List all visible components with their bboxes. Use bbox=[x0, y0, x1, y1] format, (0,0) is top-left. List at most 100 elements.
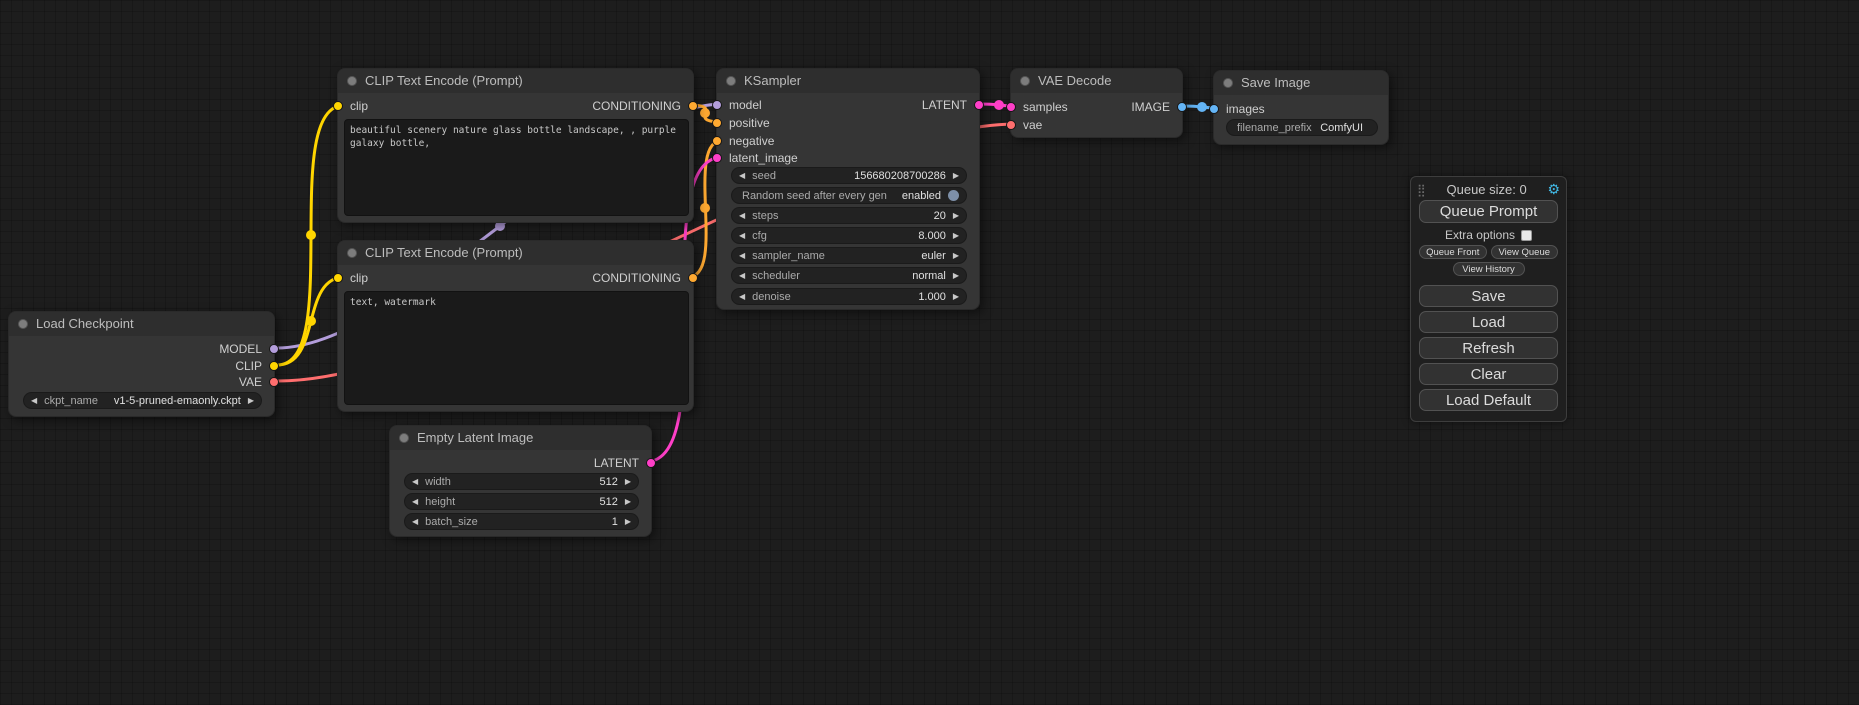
decrement-icon[interactable]: ◀ bbox=[412, 474, 418, 489]
queue-prompt-button[interactable]: Queue Prompt bbox=[1419, 200, 1558, 223]
queue-size-label: Queue size: 0 bbox=[1426, 182, 1548, 197]
input-port-clip[interactable] bbox=[333, 101, 343, 111]
output-port-latent[interactable] bbox=[646, 458, 656, 468]
collapse-dot-icon[interactable] bbox=[347, 248, 357, 258]
negative-prompt-textarea[interactable]: text, watermark bbox=[344, 291, 689, 405]
seed-widget[interactable]: ◀ seed 156680208700286 ▶ bbox=[731, 167, 967, 184]
widget-value: v1-5-pruned-emaonly.ckpt bbox=[98, 395, 241, 407]
link-dot bbox=[994, 100, 1004, 110]
drag-handle-icon[interactable]: ⣿ bbox=[1417, 183, 1426, 197]
output-port-latent[interactable] bbox=[974, 100, 984, 110]
toggle-indicator-icon[interactable] bbox=[948, 190, 959, 201]
denoise-widget[interactable]: ◀ denoise 1.000 ▶ bbox=[731, 288, 967, 305]
node-title-bar[interactable]: KSampler bbox=[717, 69, 979, 93]
node-clip-text-encode-negative[interactable]: CLIP Text Encode (Prompt) clip CONDITION… bbox=[337, 240, 694, 412]
decrement-icon[interactable]: ◀ bbox=[739, 168, 745, 183]
node-save-image[interactable]: Save Image images filename_prefix ComfyU… bbox=[1213, 70, 1389, 145]
output-port-model[interactable] bbox=[269, 344, 279, 354]
increment-icon[interactable]: ▶ bbox=[625, 494, 631, 509]
increment-icon[interactable]: ▶ bbox=[953, 208, 959, 223]
output-port-conditioning[interactable] bbox=[688, 273, 698, 283]
next-option-icon[interactable]: ▶ bbox=[248, 393, 254, 408]
settings-gear-icon[interactable]: ⚙ bbox=[1547, 181, 1560, 198]
input-port-model[interactable] bbox=[712, 100, 722, 110]
prev-option-icon[interactable]: ◀ bbox=[739, 248, 745, 263]
input-port-images[interactable] bbox=[1209, 104, 1219, 114]
collapse-dot-icon[interactable] bbox=[1223, 78, 1233, 88]
next-option-icon[interactable]: ▶ bbox=[953, 268, 959, 283]
extra-options-checkbox[interactable] bbox=[1521, 230, 1532, 241]
collapse-dot-icon[interactable] bbox=[347, 76, 357, 86]
history-row: View History bbox=[1419, 262, 1558, 276]
view-queue-button[interactable]: View Queue bbox=[1491, 245, 1559, 259]
increment-icon[interactable]: ▶ bbox=[625, 514, 631, 529]
positive-prompt-textarea[interactable]: beautiful scenery nature glass bottle la… bbox=[344, 119, 689, 216]
link-dot bbox=[700, 108, 710, 118]
batch-size-widget[interactable]: ◀ batch_size 1 ▶ bbox=[404, 513, 639, 530]
node-title-bar[interactable]: Load Checkpoint bbox=[9, 312, 274, 336]
input-port-positive[interactable] bbox=[712, 118, 722, 128]
increment-icon[interactable]: ▶ bbox=[953, 289, 959, 304]
decrement-icon[interactable]: ◀ bbox=[739, 228, 745, 243]
node-title-bar[interactable]: VAE Decode bbox=[1011, 69, 1182, 93]
node-graph-canvas[interactable]: Load Checkpoint MODEL CLIP VAE ◀ ckpt_na… bbox=[0, 0, 1859, 705]
workflow-buttons: Save Load Refresh Clear Load Default bbox=[1411, 285, 1566, 411]
decrement-icon[interactable]: ◀ bbox=[739, 289, 745, 304]
height-widget[interactable]: ◀ height 512 ▶ bbox=[404, 493, 639, 510]
node-title-bar[interactable]: CLIP Text Encode (Prompt) bbox=[338, 69, 693, 93]
collapse-dot-icon[interactable] bbox=[399, 433, 409, 443]
widget-value: enabled bbox=[887, 190, 941, 202]
node-vae-decode[interactable]: VAE Decode samples vae IMAGE bbox=[1010, 68, 1183, 138]
output-port-image[interactable] bbox=[1177, 102, 1187, 112]
filename-prefix-widget[interactable]: filename_prefix ComfyUI bbox=[1226, 119, 1378, 136]
widget-label: steps bbox=[752, 210, 778, 222]
widget-label: batch_size bbox=[425, 516, 478, 528]
load-default-button[interactable]: Load Default bbox=[1419, 389, 1558, 411]
output-port-clip[interactable] bbox=[269, 361, 279, 371]
node-empty-latent-image[interactable]: Empty Latent Image LATENT ◀ width 512 ▶ … bbox=[389, 425, 652, 537]
increment-icon[interactable]: ▶ bbox=[953, 228, 959, 243]
input-port-vae[interactable] bbox=[1006, 120, 1016, 130]
decrement-icon[interactable]: ◀ bbox=[412, 494, 418, 509]
steps-widget[interactable]: ◀ steps 20 ▶ bbox=[731, 207, 967, 224]
load-button[interactable]: Load bbox=[1419, 311, 1558, 333]
node-load-checkpoint[interactable]: Load Checkpoint MODEL CLIP VAE ◀ ckpt_na… bbox=[8, 311, 275, 417]
increment-icon[interactable]: ▶ bbox=[625, 474, 631, 489]
decrement-icon[interactable]: ◀ bbox=[739, 208, 745, 223]
node-title-bar[interactable]: CLIP Text Encode (Prompt) bbox=[338, 241, 693, 265]
cfg-widget[interactable]: ◀ cfg 8.000 ▶ bbox=[731, 227, 967, 244]
scheduler-widget[interactable]: ◀ scheduler normal ▶ bbox=[731, 267, 967, 284]
decrement-icon[interactable]: ◀ bbox=[412, 514, 418, 529]
increment-icon[interactable]: ▶ bbox=[953, 168, 959, 183]
input-label-model: model bbox=[729, 98, 762, 112]
output-label-conditioning: CONDITIONING bbox=[592, 271, 681, 285]
input-port-negative[interactable] bbox=[712, 136, 722, 146]
random-seed-toggle-widget[interactable]: Random seed after every gen enabled bbox=[731, 187, 967, 204]
ckpt-name-widget[interactable]: ◀ ckpt_name v1-5-pruned-emaonly.ckpt ▶ bbox=[23, 392, 262, 409]
wire-clip-positive bbox=[277, 105, 345, 365]
collapse-dot-icon[interactable] bbox=[18, 319, 28, 329]
sampler-name-widget[interactable]: ◀ sampler_name euler ▶ bbox=[731, 247, 967, 264]
view-history-button[interactable]: View History bbox=[1453, 262, 1525, 276]
collapse-dot-icon[interactable] bbox=[726, 76, 736, 86]
prev-option-icon[interactable]: ◀ bbox=[31, 393, 37, 408]
node-title-bar[interactable]: Save Image bbox=[1214, 71, 1388, 95]
next-option-icon[interactable]: ▶ bbox=[953, 248, 959, 263]
clear-button[interactable]: Clear bbox=[1419, 363, 1558, 385]
input-port-clip[interactable] bbox=[333, 273, 343, 283]
node-clip-text-encode-positive[interactable]: CLIP Text Encode (Prompt) clip CONDITION… bbox=[337, 68, 694, 223]
output-port-vae[interactable] bbox=[269, 377, 279, 387]
input-port-latent-image[interactable] bbox=[712, 153, 722, 163]
refresh-button[interactable]: Refresh bbox=[1419, 337, 1558, 359]
collapse-dot-icon[interactable] bbox=[1020, 76, 1030, 86]
save-button[interactable]: Save bbox=[1419, 285, 1558, 307]
node-title-bar[interactable]: Empty Latent Image bbox=[390, 426, 651, 450]
output-port-conditioning[interactable] bbox=[688, 101, 698, 111]
node-ksampler[interactable]: KSampler model positive negative latent_… bbox=[716, 68, 980, 310]
prev-option-icon[interactable]: ◀ bbox=[739, 268, 745, 283]
queue-front-button[interactable]: Queue Front bbox=[1419, 245, 1487, 259]
width-widget[interactable]: ◀ width 512 ▶ bbox=[404, 473, 639, 490]
node-title: Save Image bbox=[1241, 75, 1310, 90]
node-title: KSampler bbox=[744, 73, 801, 88]
input-port-samples[interactable] bbox=[1006, 102, 1016, 112]
